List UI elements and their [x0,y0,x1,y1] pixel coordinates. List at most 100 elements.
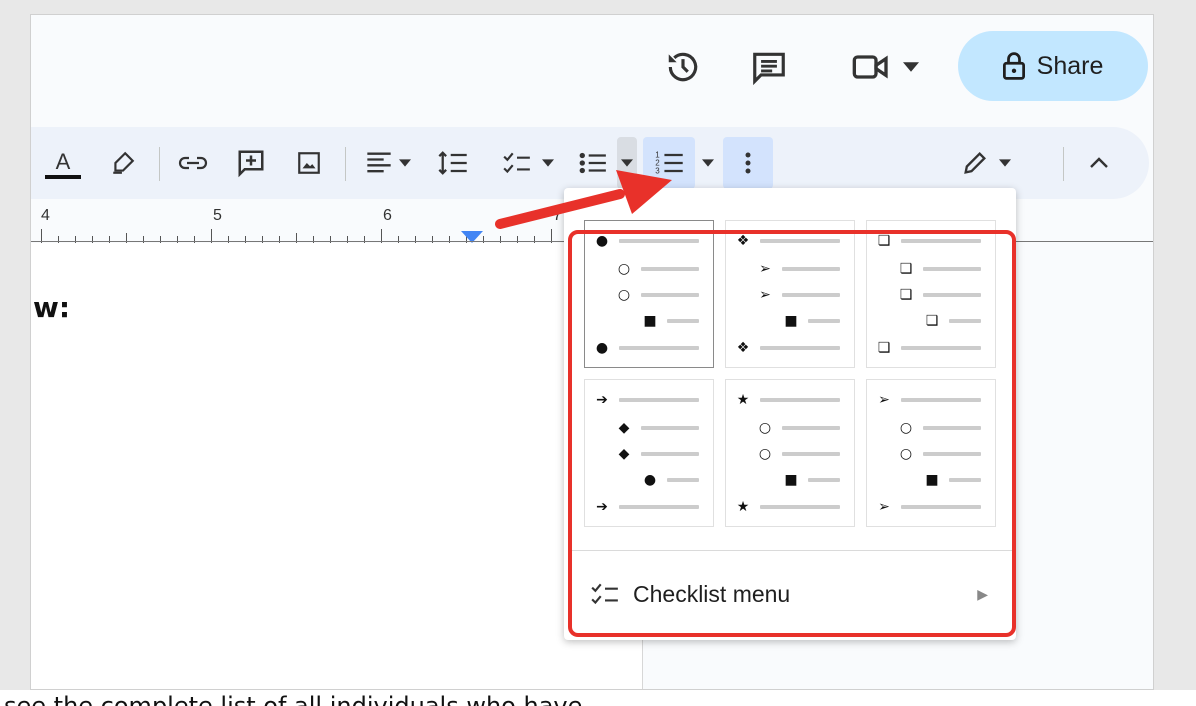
bullet-symbol: ● [595,340,609,356]
bullet-symbol: ● [595,233,609,249]
preview-line [901,398,981,402]
bullet-preview-row: ➢ [875,497,981,517]
bullet-preview-row: ○ [897,444,981,464]
preview-line [619,505,699,509]
insert-image-icon[interactable] [289,143,329,183]
chevron-down-icon [542,159,554,167]
ruler-number: 4 [41,207,50,224]
preview-line [760,505,840,509]
bullet-symbol: ➢ [878,499,890,515]
insert-link-icon[interactable] [173,143,213,183]
bullet-preview-row: ○ [756,444,840,464]
bullet-preview-row: ★ [734,497,840,517]
bullet-preview-row: ❏ [897,259,981,279]
toolbar-divider [159,147,160,181]
more-options-icon[interactable] [723,137,773,189]
bullet-preview-row: ● [641,470,699,490]
bullet-preset-option[interactable]: ❏ ❏ ❏ ❏ ❏ [866,220,996,368]
bullet-symbol: ■ [784,313,798,329]
preview-line [808,319,840,323]
bullet-symbol: ➔ [596,499,608,515]
preview-line [923,293,981,297]
numbered-list-icon[interactable]: 123 [643,137,695,189]
bullet-symbol: ❏ [925,313,939,329]
pencil-icon [964,152,986,174]
highlight-pen-icon[interactable] [103,143,143,183]
document-text-line: see the complete list of all individuals… [0,690,1196,706]
preview-line [901,346,981,350]
bullet-preview-row: ■ [782,470,840,490]
bullet-symbol: ◆ [618,446,630,462]
bullet-symbol: ■ [643,313,657,329]
text-color-button[interactable]: A [43,143,83,183]
bullet-preview-row: ○ [756,418,840,438]
preview-line [760,398,840,402]
bullet-symbol: ➢ [759,287,771,303]
checklist-menu-item[interactable]: Checklist menu ▶ [572,568,1008,620]
bulleted-list-icon[interactable] [573,143,613,183]
chevron-down-icon [621,159,633,167]
svg-text:3: 3 [655,166,660,175]
share-button[interactable]: Share [958,31,1148,101]
toolbar-divider [1063,147,1064,181]
document-text: see the complete list of all individuals… [4,692,583,706]
bullet-preview-row: ❖ [734,231,840,251]
align-menu-button[interactable] [357,143,419,183]
chevron-down-icon [702,159,714,167]
bullet-preview-row: ■ [782,311,840,331]
chevron-down-icon [999,159,1011,167]
bullet-symbol: ❏ [877,340,891,356]
bullet-symbol: ○ [758,446,772,462]
bullet-symbol: ○ [899,420,913,436]
bullet-preset-option[interactable]: ★ ○ ○ ■ ★ [725,379,855,527]
editing-mode-button[interactable] [951,143,1021,183]
preview-line [782,293,840,297]
toolbar-divider [345,147,346,181]
bullet-symbol: ➢ [878,392,890,408]
bulleted-list-dropdown[interactable] [617,137,637,189]
bullet-symbol: ➢ [759,261,771,277]
bullet-preview-row: ◆ [615,444,699,464]
version-history-icon[interactable] [663,47,703,87]
preview-line [619,346,699,350]
bullet-symbol: ○ [617,261,631,277]
bullet-symbol: ○ [758,420,772,436]
bullet-preview-row: ❏ [875,338,981,358]
chevron-down-icon [399,159,411,167]
comment-icon[interactable] [749,47,789,87]
bullet-preview-row: ● [593,338,699,358]
horizontal-ruler: 4 5 6 7 [31,207,621,243]
ruler-number: 7 [553,207,562,224]
preview-line [901,505,981,509]
document-text: w: [33,291,71,324]
bullet-preset-option[interactable]: ➢ ○ ○ ■ ➢ [866,379,996,527]
bullet-preset-option[interactable]: ❖ ➢ ➢ ■ ❖ [725,220,855,368]
bullet-symbol: ● [643,472,657,488]
preview-line [782,426,840,430]
preview-line [619,398,699,402]
bullet-preview-row: ■ [641,311,699,331]
line-spacing-icon[interactable] [433,143,473,183]
preview-line [923,426,981,430]
document-page[interactable]: w: [31,243,643,689]
preview-line [782,452,840,456]
preview-line [667,478,699,482]
preview-line [949,319,981,323]
bullet-preview-row: ○ [615,259,699,279]
numbered-list-dropdown[interactable] [697,143,719,183]
bullet-preset-option[interactable]: ● ○ ○ ■ ● [584,220,714,368]
bullet-preview-row: ❖ [734,338,840,358]
bullet-preview-row: ➢ [756,285,840,305]
preview-line [641,267,699,271]
bullet-symbol: ❏ [877,233,891,249]
bullet-preset-option[interactable]: ➔ ◆ ◆ ● ➔ [584,379,714,527]
meet-video-camera-icon[interactable] [845,47,925,87]
preview-line [782,267,840,271]
preview-line [641,452,699,456]
hide-menus-chevron-up-icon[interactable] [1079,143,1119,183]
checklist-button[interactable] [493,143,563,183]
add-comment-icon[interactable] [231,143,271,183]
bullet-preview-row: ○ [615,285,699,305]
bullet-symbol: ○ [617,287,631,303]
bullet-symbol: ❏ [899,287,913,303]
